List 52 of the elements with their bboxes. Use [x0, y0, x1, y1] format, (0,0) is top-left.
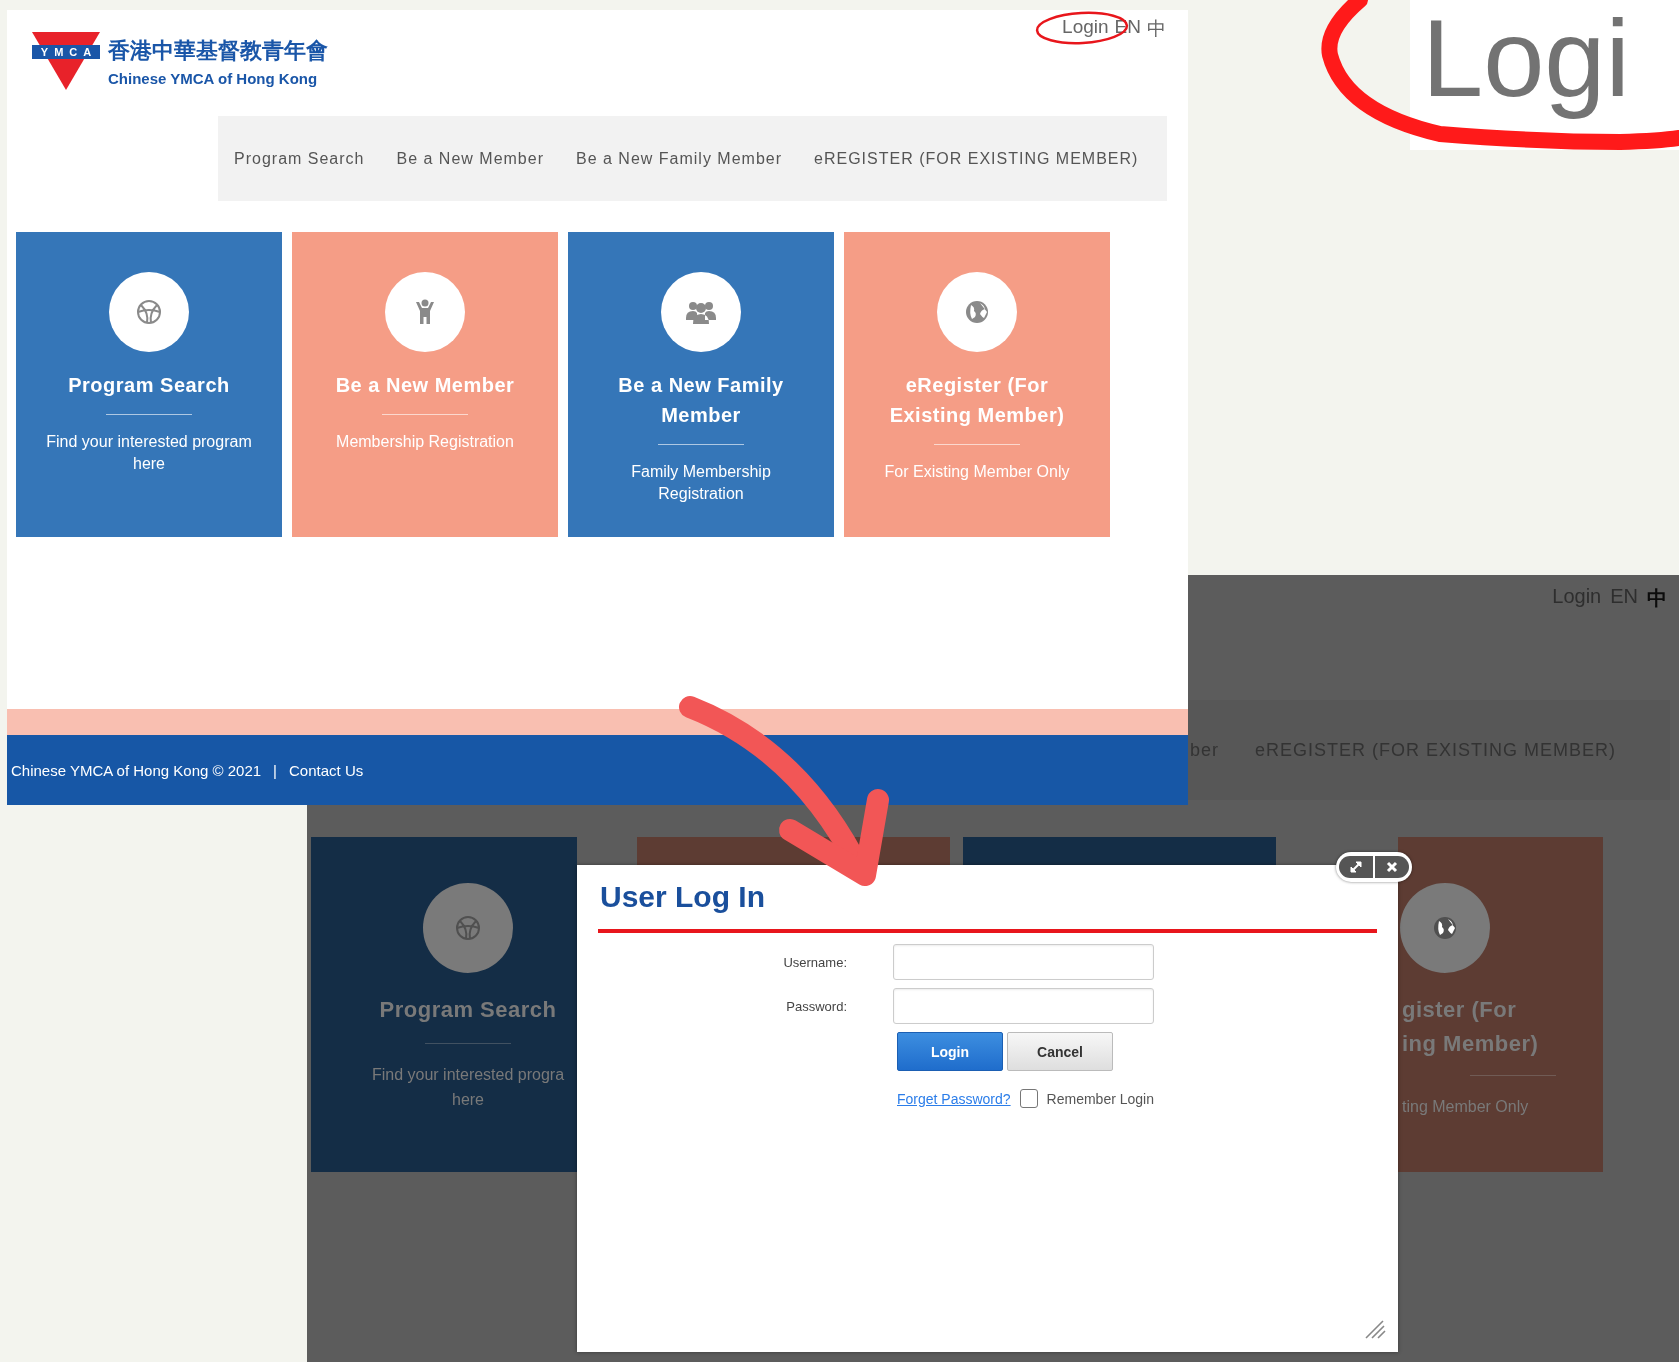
- globe-icon: [1433, 916, 1457, 940]
- card-subtitle: Find your interested progra: [370, 1065, 566, 1085]
- forgot-password-link[interactable]: Forget Password?: [897, 1090, 1011, 1107]
- menu-card[interactable]: Program Search Find your interested progra here: [311, 837, 577, 1172]
- group-icon: [686, 300, 716, 324]
- header-link[interactable]: 中: [1147, 16, 1166, 42]
- menu-card[interactable]: Be a New Family Member Family Membership Registration: [568, 232, 834, 537]
- field-label: Username:: [783, 954, 847, 970]
- card-subtitle: Find your interested program here: [45, 432, 253, 474]
- remember-checkbox[interactable]: [1019, 1089, 1038, 1108]
- nav-link[interactable]: eREGISTER (FOR EXISTING MEMBER): [814, 149, 1139, 168]
- input-field[interactable]: [893, 988, 1154, 1024]
- nav-link[interactable]: Be a New Member: [396, 149, 544, 168]
- card-title: gister (For: [1402, 996, 1518, 1024]
- resize-grip-icon[interactable]: [1364, 1320, 1386, 1340]
- card-title: ing Member): [1402, 1030, 1540, 1058]
- ball-icon: [136, 299, 162, 325]
- person-icon: [414, 299, 436, 325]
- logo-english-name: Chinese YMCA of Hong Kong: [108, 70, 319, 87]
- remember-label: Remember Login: [1046, 1090, 1154, 1107]
- header-link[interactable]: 中: [1647, 585, 1667, 655]
- card-title: Be a New Family Member: [617, 373, 785, 428]
- logo-chinese-name: 香港中華基督教青年會: [108, 37, 328, 65]
- maximize-button[interactable]: [1339, 856, 1373, 878]
- separator-text: |: [273, 761, 277, 779]
- ball-icon: [455, 915, 481, 941]
- card-subtitle: ting Member Only: [1402, 1097, 1530, 1117]
- zoomed-login-text: Logi: [1422, 0, 1630, 121]
- card-subtitle: For Existing Member Only: [883, 462, 1071, 482]
- nav-link[interactable]: Program Search: [234, 149, 365, 168]
- cancel-button[interactable]: Cancel: [1007, 1032, 1113, 1071]
- expand-icon: [1349, 860, 1363, 874]
- copyright-text: Chinese YMCA of Hong Kong © 2021: [11, 761, 262, 779]
- dialog-title: User Log In: [600, 879, 766, 915]
- card-subtitle: Family Membership Registration: [630, 462, 772, 504]
- input-field[interactable]: [893, 944, 1154, 980]
- card-title: Program Search: [378, 996, 558, 1024]
- globe-icon: [965, 300, 989, 324]
- card-subtitle: Membership Registration: [335, 432, 515, 452]
- contact-link[interactable]: Contact Us: [289, 761, 364, 779]
- card-title: Be a New Member: [334, 373, 516, 398]
- logo-mark-text: YMCA: [32, 45, 100, 59]
- close-icon: [1386, 861, 1398, 873]
- header-link[interactable]: Login: [1062, 16, 1109, 42]
- card-title: Program Search: [67, 373, 231, 398]
- login-button[interactable]: Login: [897, 1032, 1003, 1071]
- field-label: Password:: [786, 998, 847, 1014]
- nav-link[interactable]: Be a New Family Member: [576, 149, 783, 168]
- card-title: eRegister (For Existing Member): [888, 373, 1066, 428]
- close-button[interactable]: [1375, 856, 1409, 878]
- menu-card[interactable]: Program Search Find your interested program here: [16, 232, 282, 537]
- card-subtitle: here: [451, 1090, 485, 1110]
